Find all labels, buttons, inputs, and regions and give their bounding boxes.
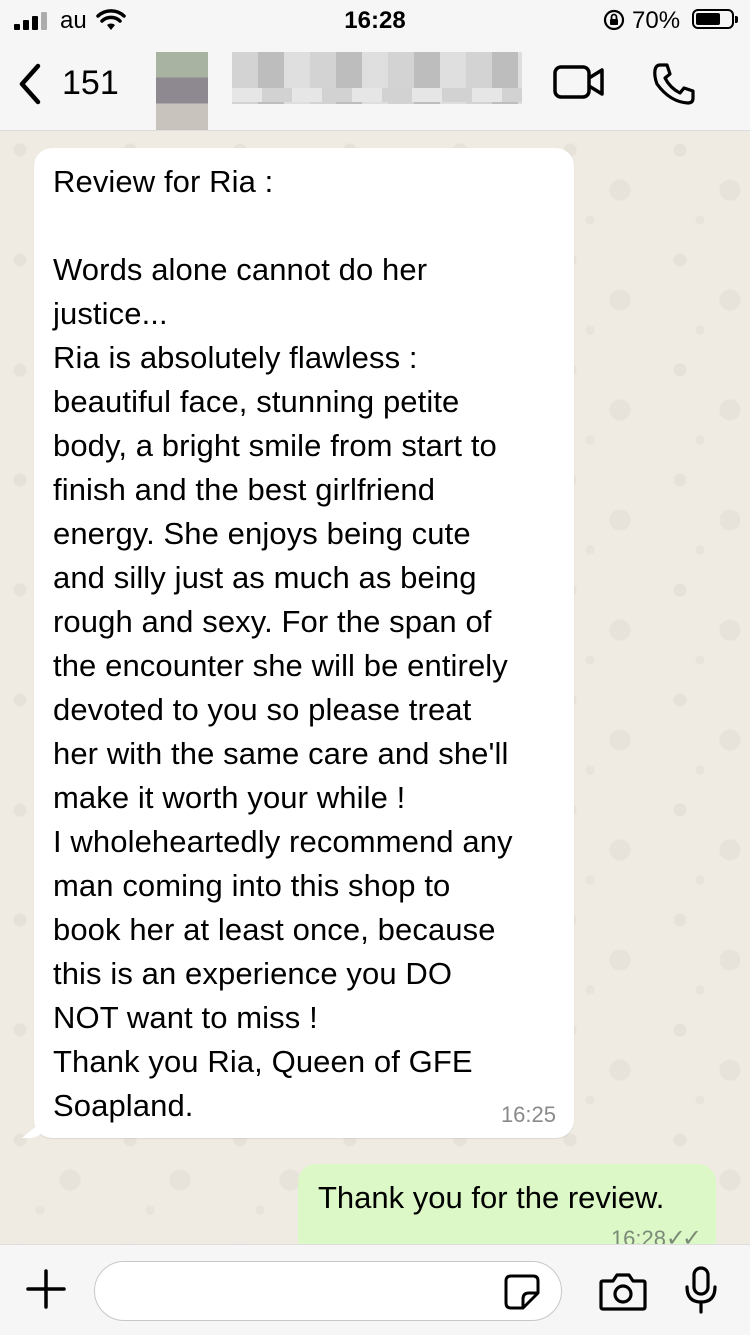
sticker-icon[interactable] [503, 1273, 541, 1316]
chat-header: 151 [0, 40, 750, 131]
message-bubble-incoming[interactable]: Review for Ria : Words alone cannot do h… [34, 148, 574, 1138]
phone-icon[interactable] [650, 60, 698, 113]
message-input[interactable] [113, 1262, 497, 1322]
camera-icon[interactable] [598, 1271, 648, 1316]
back-unread-count[interactable]: 151 [62, 64, 119, 103]
message-text: Thank you for the review. [318, 1180, 665, 1215]
message-text: Review for Ria : Words alone cannot do h… [53, 164, 513, 1123]
plus-icon[interactable] [24, 1267, 68, 1316]
avatar[interactable] [156, 52, 208, 130]
orientation-lock-icon [602, 8, 626, 39]
battery-icon [692, 9, 738, 29]
composer-bar [0, 1244, 750, 1335]
contact-status-redacted [232, 88, 522, 102]
video-call-icon[interactable] [552, 62, 606, 107]
battery-level [696, 13, 720, 25]
message-input-container[interactable] [94, 1261, 562, 1322]
back-chevron-icon[interactable] [14, 62, 44, 111]
message-time: 16:25 [500, 1102, 556, 1127]
microphone-icon[interactable] [684, 1265, 718, 1320]
battery-percent: 70% [632, 7, 681, 34]
status-bar: au 16:28 70% [0, 0, 750, 40]
